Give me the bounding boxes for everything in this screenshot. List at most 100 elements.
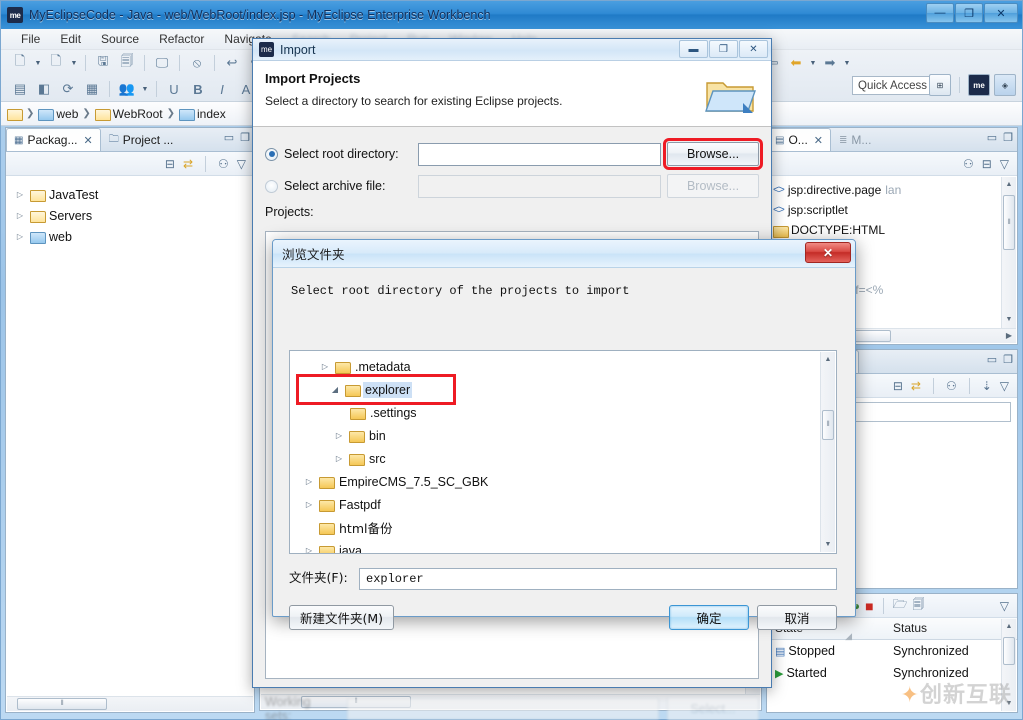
tree-item-servers[interactable]: ▷ Servers <box>14 205 254 226</box>
scrollbar-thumb[interactable]: ⦀ <box>1003 195 1015 250</box>
scroll-down-arrow-icon[interactable]: ▼ <box>821 537 835 552</box>
link-with-editor-icon[interactable]: ⇄ <box>911 379 921 393</box>
folder-tree-item-explorer[interactable]: ◢ explorer <box>296 374 456 405</box>
view-menu-icon[interactable]: ▽ <box>1000 599 1009 613</box>
menu-item-edit[interactable]: Edit <box>50 30 91 48</box>
view-menu-icon[interactable]: ▽ <box>1000 157 1009 171</box>
link-with-editor-icon[interactable]: ⇄ <box>183 157 193 171</box>
folder-tree-item-empirecms[interactable]: ▷ EmpireCMS_7.5_SC_GBK <box>290 470 836 493</box>
expand-twisty-icon[interactable]: ▷ <box>302 477 316 486</box>
save-all-icon[interactable]: 🗐 <box>116 52 138 74</box>
java-enterprise-perspective-button[interactable]: ◈ <box>994 74 1016 96</box>
folder-tree[interactable]: ▷ .metadata ◢ explorer .settings ▷ bin ▷… <box>289 350 837 554</box>
minimize-view-icon[interactable]: ▭ <box>987 353 997 366</box>
breadcrumb-item-web[interactable]: web <box>56 107 78 121</box>
scroll-right-arrow-icon[interactable]: ▶ <box>1006 331 1012 340</box>
folder-name-input[interactable]: explorer <box>359 568 837 590</box>
save-icon[interactable]: 🖫 <box>92 52 114 74</box>
jsp-file-icon[interactable] <box>179 107 195 121</box>
dropdown-arrow-icon[interactable]: ▼ <box>69 60 79 67</box>
close-icon[interactable]: ✕ <box>814 134 823 147</box>
scrollbar-thumb[interactable]: ⦀ <box>17 698 107 710</box>
focus-on-active-task-icon[interactable]: ⚇ <box>218 157 229 171</box>
forward-arrow-icon[interactable]: ➡ <box>819 52 841 74</box>
stop-icon[interactable]: ■ <box>865 598 873 614</box>
root-directory-combo[interactable] <box>418 142 661 166</box>
view-menu-icon[interactable]: ▽ <box>1000 379 1009 393</box>
select-archive-file-radio[interactable] <box>265 179 278 193</box>
collapse-all-icon[interactable]: ⊟ <box>165 157 175 171</box>
menu-item-refactor[interactable]: Refactor <box>149 30 214 48</box>
underline-icon[interactable]: U <box>163 78 185 100</box>
new-folder-button[interactable]: 新建文件夹(M) <box>289 605 395 630</box>
scroll-up-arrow-icon[interactable]: ▲ <box>821 352 835 367</box>
scrollbar-thumb[interactable]: ⦀ <box>822 410 834 440</box>
tab-package-explorer[interactable]: ▦ Packag... ✕ <box>6 128 101 151</box>
folder-icon[interactable] <box>94 107 111 121</box>
minimize-dialog-button[interactable]: ▬ <box>679 40 708 58</box>
dropdown-arrow-icon[interactable]: ▼ <box>33 60 43 67</box>
working-sets-combo[interactable] <box>347 698 659 720</box>
ok-button[interactable]: 确定 <box>669 605 749 630</box>
collapse-twisty-icon[interactable]: ◢ <box>328 385 342 394</box>
console-icon[interactable]: 🖵 <box>151 52 173 74</box>
myeclipse-perspective-button[interactable]: me <box>968 74 990 96</box>
expand-twisty-icon[interactable]: ▷ <box>14 232 26 241</box>
expand-twisty-icon[interactable]: ▷ <box>14 190 26 199</box>
folder-tree-vertical-scrollbar[interactable]: ▲ ⦀ ▼ <box>820 352 835 552</box>
minimize-view-icon[interactable]: ▭ <box>987 131 997 144</box>
tree-item-web[interactable]: ▷ web <box>14 226 254 247</box>
skip-breakpoints-icon[interactable]: ⦸ <box>186 52 208 74</box>
scrollbar-thumb[interactable] <box>1003 637 1015 665</box>
dropdown-arrow-icon[interactable]: ▼ <box>140 86 150 93</box>
resize-grip-icon[interactable]: ◢ <box>845 631 852 642</box>
expand-twisty-icon[interactable]: ▷ <box>302 546 316 553</box>
tab-outline[interactable]: ▤ O... ✕ <box>767 128 832 151</box>
show-whitespace-icon[interactable]: ◧ <box>33 78 55 100</box>
collapse-all-icon[interactable]: ⊟ <box>982 157 992 171</box>
italic-icon[interactable]: I <box>211 78 233 100</box>
dropdown-arrow-icon[interactable]: ▼ <box>842 60 852 67</box>
breadcrumb-item-index[interactable]: index <box>197 107 226 121</box>
expand-twisty-icon[interactable]: ▷ <box>332 454 346 463</box>
close-window-button[interactable]: ✕ <box>984 3 1018 23</box>
maximize-dialog-button[interactable]: ❐ <box>709 40 738 58</box>
expand-twisty-icon[interactable]: ▷ <box>302 500 316 509</box>
outline-item-jsp-directive-page[interactable]: <> jsp:directive.page lan <box>773 180 1017 200</box>
tree-item-javatest[interactable]: ▷ JavaTest <box>14 184 254 205</box>
browse-root-directory-button[interactable]: Browse... <box>663 138 763 170</box>
close-icon[interactable]: ✕ <box>83 134 92 147</box>
new-wizard-icon[interactable]: 🗋 <box>45 52 67 74</box>
dropdown-arrow-icon[interactable]: ▼ <box>808 60 818 67</box>
person-icon[interactable]: 👥 <box>116 78 138 100</box>
menu-item-source[interactable]: Source <box>91 30 149 48</box>
breadcrumb-item-webroot[interactable]: WebRoot <box>113 107 163 121</box>
back-arrow-icon[interactable]: ⬅ <box>785 52 807 74</box>
package-explorer-horizontal-scrollbar[interactable]: ⦀ <box>7 696 253 711</box>
scroll-up-arrow-icon[interactable]: ▲ <box>1002 619 1016 634</box>
close-browse-dialog-button[interactable]: ✕ <box>805 242 851 263</box>
focus-icon[interactable]: ⚇ <box>963 157 974 171</box>
cancel-button[interactable]: 取消 <box>757 605 837 630</box>
maximize-window-button[interactable]: ❐ <box>955 3 983 23</box>
folder-tree-item-java[interactable]: ▷ java <box>290 539 836 553</box>
scroll-up-arrow-icon[interactable]: ▲ <box>1002 177 1016 192</box>
folder-tree-item-src[interactable]: ▷ src <box>290 447 836 470</box>
clean-icon[interactable]: 🗐 <box>912 595 924 616</box>
bold-icon[interactable]: B <box>187 78 209 100</box>
tab-markers[interactable]: ≣ M... <box>831 128 879 151</box>
table-row[interactable]: ▶ Started Synchronized <box>767 662 1017 684</box>
menu-item-file[interactable]: File <box>11 30 50 48</box>
outline-vertical-scrollbar[interactable]: ▲ ⦀ ▼ <box>1001 177 1016 343</box>
close-dialog-button[interactable]: ✕ <box>739 40 768 58</box>
folder-tree-item-settings[interactable]: .settings <box>290 401 836 424</box>
sort-az-icon[interactable]: ⇣ <box>982 379 992 393</box>
maximize-view-icon[interactable]: ❐ <box>240 131 250 144</box>
toggle-block-selection-icon[interactable]: ▤ <box>9 78 31 100</box>
scroll-down-arrow-icon[interactable]: ▼ <box>1002 696 1016 711</box>
scroll-down-arrow-icon[interactable]: ▼ <box>1002 312 1016 327</box>
open-perspective-icon[interactable]: ⊞ <box>929 74 951 96</box>
java-project-icon[interactable] <box>38 107 55 121</box>
new-file-icon[interactable]: 🗋 <box>9 52 31 74</box>
select-root-directory-radio[interactable] <box>265 147 278 161</box>
